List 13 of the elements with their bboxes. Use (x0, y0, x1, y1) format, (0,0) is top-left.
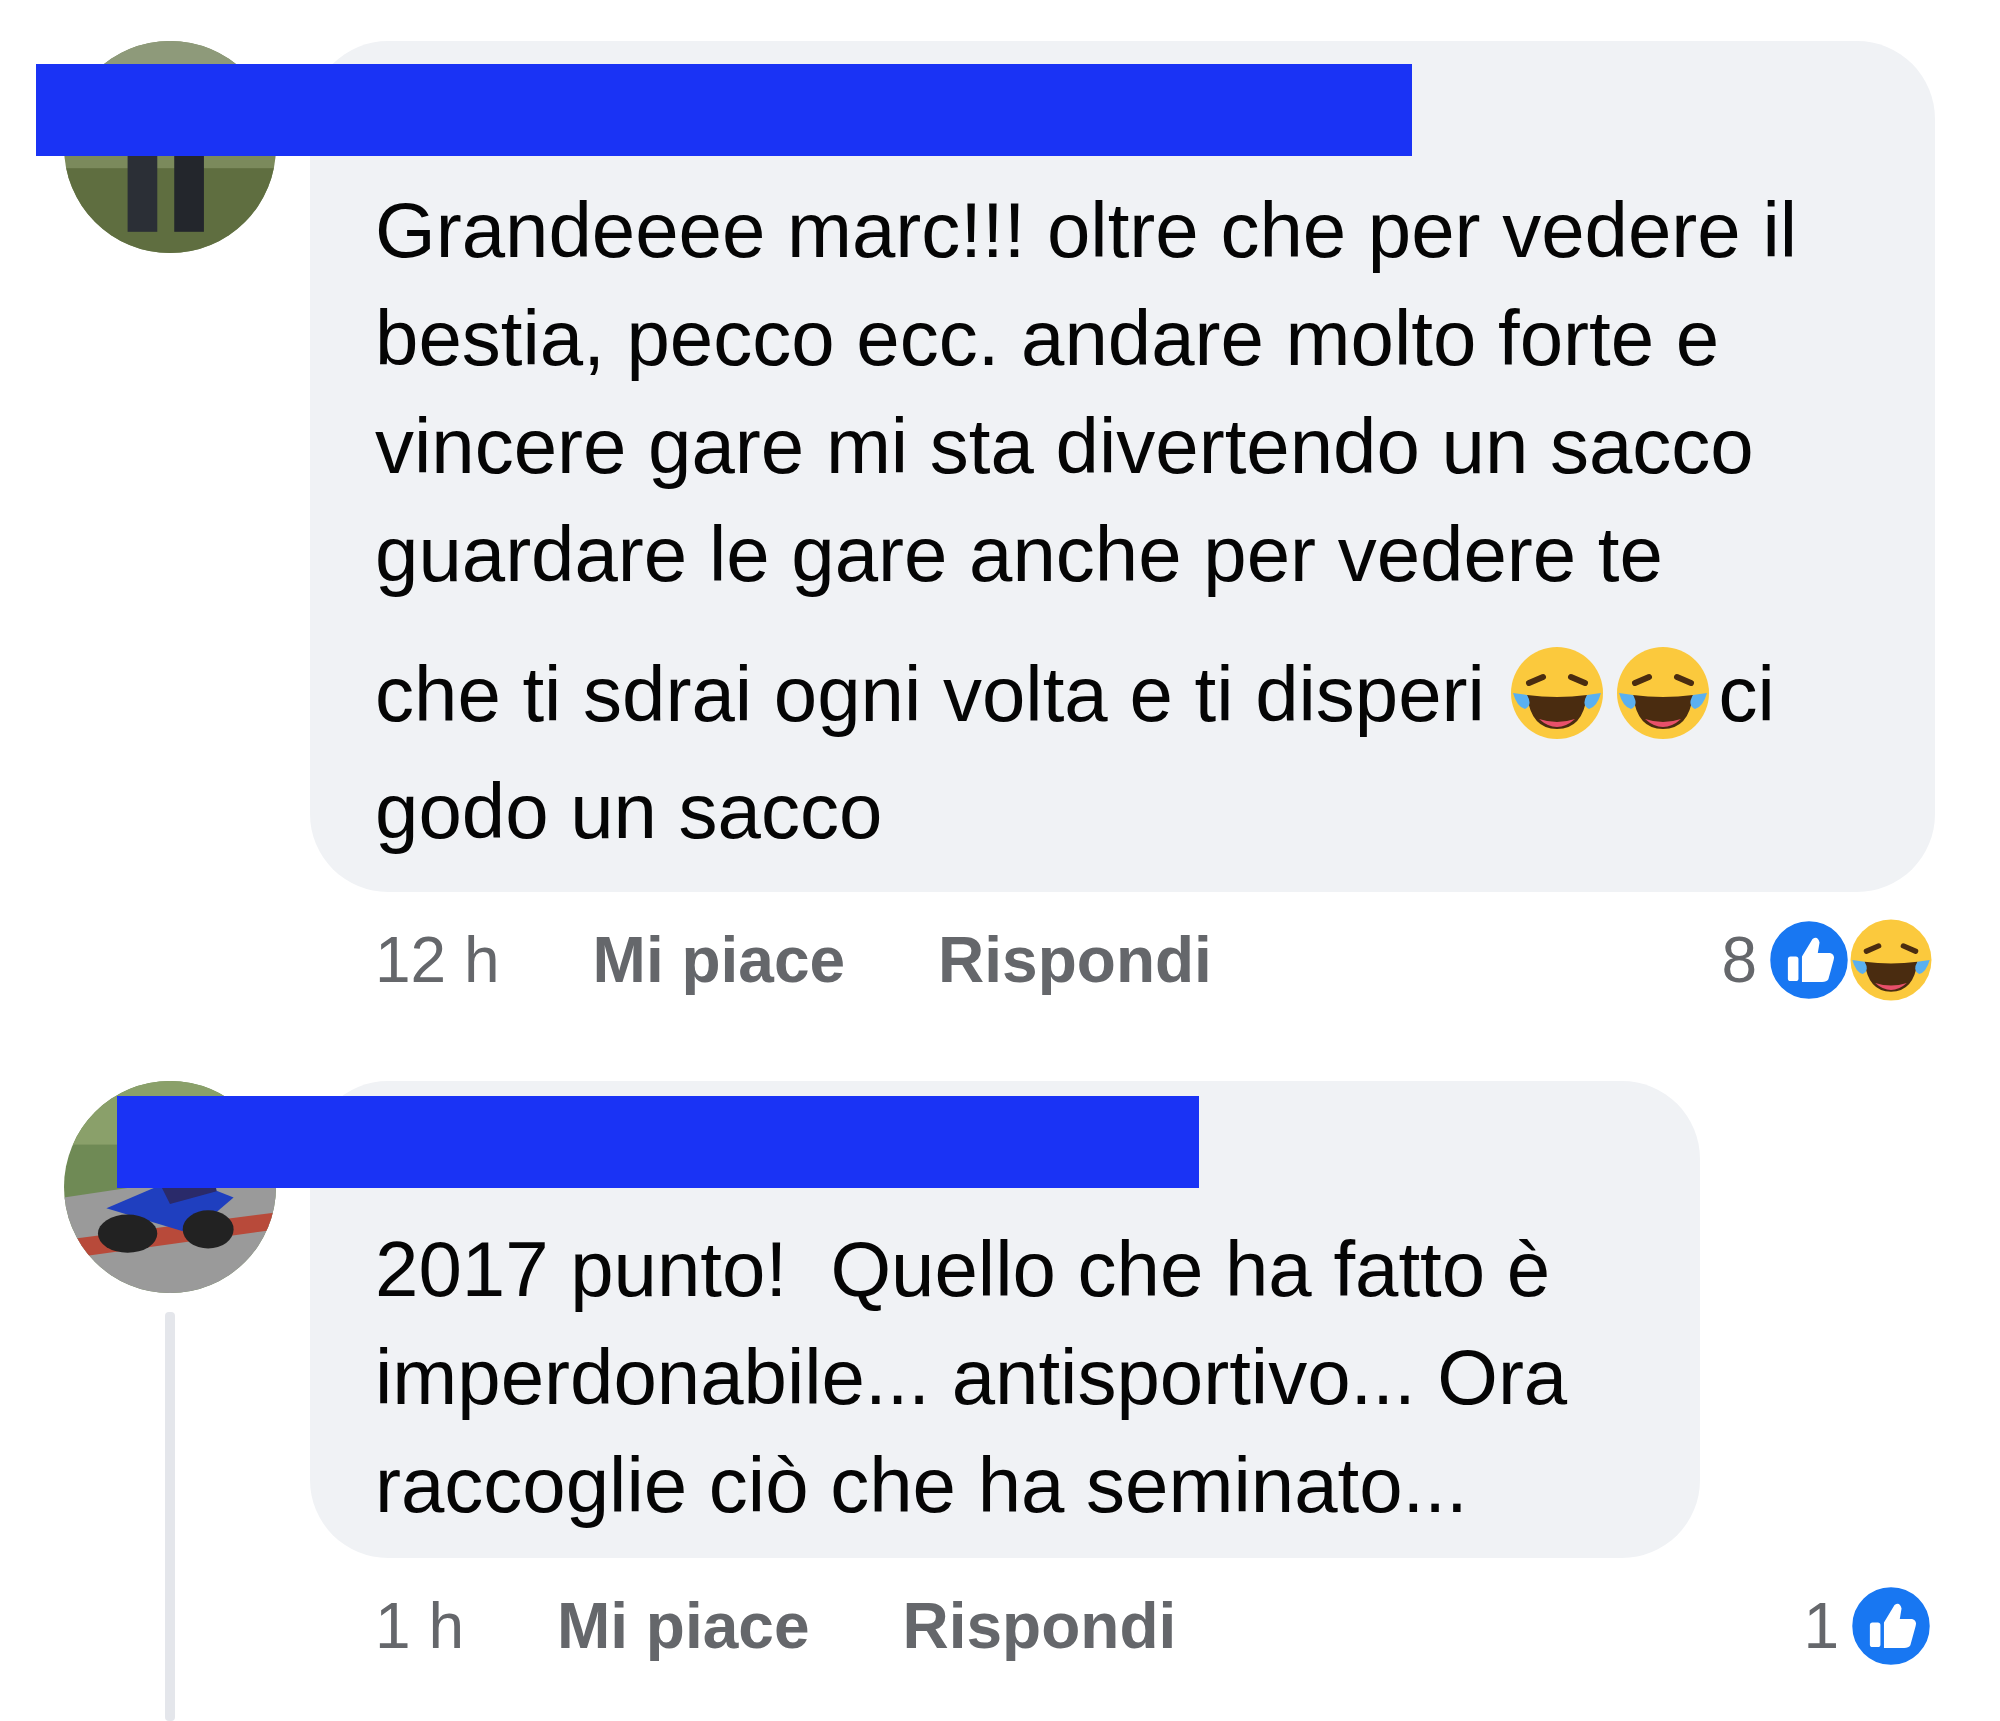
comment-text: godo un sacco (375, 767, 883, 855)
comment-text: che ti sdrai ogni volta e ti disperi (375, 650, 1485, 738)
comment-time: 1 h (375, 1589, 464, 1663)
reaction-count: 8 (1721, 923, 1757, 997)
comment-text: ci (1718, 650, 1775, 738)
comment-time: 12 h (375, 923, 500, 997)
like-link[interactable]: Mi piace (592, 923, 846, 997)
reaction-count: 1 (1803, 1589, 1839, 1663)
like-link[interactable]: Mi piace (556, 1589, 810, 1663)
comment-text: Grandeeee marc!!! oltre che per vedere il bestia, pecco ecc. andare molto forte e vincere gare mi sta divertendo un sacco guardare le gare anche per vedere te (375, 186, 1799, 598)
reply-link[interactable]: Rispondi (902, 1589, 1177, 1663)
comment-text: 2017 punto! Quello che ha fatto è imperdonabile... antisportivo... Ora raccoglie ciò che ha seminato... (375, 1225, 1569, 1529)
reply-link[interactable]: Rispondi (938, 923, 1212, 997)
